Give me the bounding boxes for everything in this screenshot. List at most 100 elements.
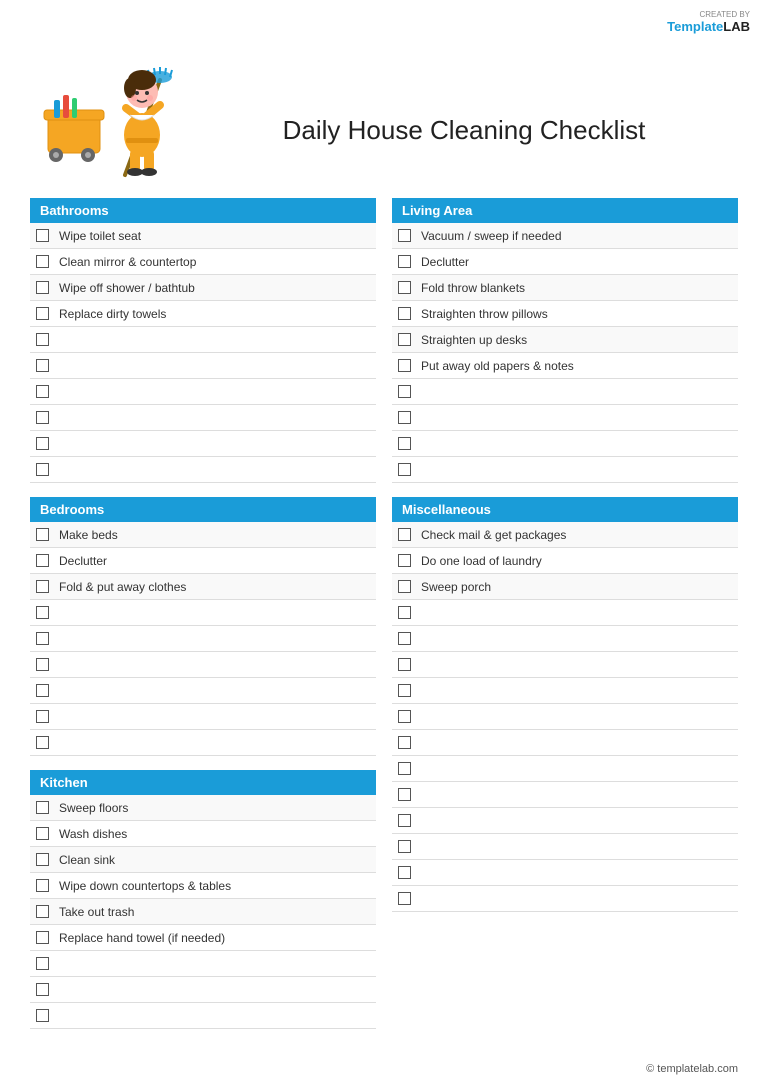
list-item[interactable]: Check mail & get packages (392, 522, 738, 548)
empty-list-item[interactable] (392, 379, 738, 405)
checkbox-icon[interactable] (398, 281, 411, 294)
list-item[interactable]: Fold throw blankets (392, 275, 738, 301)
checkbox-icon[interactable] (36, 710, 49, 723)
empty-list-item[interactable] (30, 977, 376, 1003)
checkbox-icon[interactable] (36, 463, 49, 476)
empty-list-item[interactable] (30, 1003, 376, 1029)
checkbox-icon[interactable] (36, 580, 49, 593)
list-item[interactable]: Replace dirty towels (30, 301, 376, 327)
empty-list-item[interactable] (30, 405, 376, 431)
empty-list-item[interactable] (392, 704, 738, 730)
checkbox-icon[interactable] (398, 814, 411, 827)
checkbox-icon[interactable] (398, 892, 411, 905)
checkbox-icon[interactable] (398, 866, 411, 879)
checkbox-icon[interactable] (36, 554, 49, 567)
empty-list-item[interactable] (30, 379, 376, 405)
checkbox-icon[interactable] (36, 333, 49, 346)
checkbox-icon[interactable] (398, 658, 411, 671)
checkbox-icon[interactable] (36, 307, 49, 320)
checkbox-icon[interactable] (398, 528, 411, 541)
empty-list-item[interactable] (392, 730, 738, 756)
list-item[interactable]: Do one load of laundry (392, 548, 738, 574)
list-item[interactable]: Sweep porch (392, 574, 738, 600)
checkbox-icon[interactable] (398, 229, 411, 242)
empty-list-item[interactable] (30, 730, 376, 756)
empty-list-item[interactable] (30, 600, 376, 626)
checkbox-icon[interactable] (36, 229, 49, 242)
checkbox-icon[interactable] (398, 632, 411, 645)
empty-list-item[interactable] (30, 652, 376, 678)
checkbox-icon[interactable] (36, 905, 49, 918)
checkbox-icon[interactable] (36, 879, 49, 892)
list-item[interactable]: Clean mirror & countertop (30, 249, 376, 275)
checkbox-icon[interactable] (398, 840, 411, 853)
list-item[interactable]: Wash dishes (30, 821, 376, 847)
checkbox-icon[interactable] (36, 632, 49, 645)
empty-list-item[interactable] (30, 951, 376, 977)
empty-list-item[interactable] (392, 886, 738, 912)
list-item[interactable]: Wipe down countertops & tables (30, 873, 376, 899)
empty-list-item[interactable] (392, 782, 738, 808)
checkbox-icon[interactable] (36, 658, 49, 671)
checkbox-icon[interactable] (36, 1009, 49, 1022)
checkbox-icon[interactable] (398, 736, 411, 749)
checkbox-icon[interactable] (398, 684, 411, 697)
checkbox-icon[interactable] (398, 255, 411, 268)
list-item[interactable]: Replace hand towel (if needed) (30, 925, 376, 951)
list-item[interactable]: Take out trash (30, 899, 376, 925)
checkbox-icon[interactable] (398, 437, 411, 450)
empty-list-item[interactable] (392, 860, 738, 886)
list-item[interactable]: Straighten throw pillows (392, 301, 738, 327)
empty-list-item[interactable] (30, 678, 376, 704)
checkbox-icon[interactable] (36, 255, 49, 268)
empty-list-item[interactable] (392, 431, 738, 457)
checkbox-icon[interactable] (36, 684, 49, 697)
checkbox-icon[interactable] (36, 736, 49, 749)
checkbox-icon[interactable] (36, 931, 49, 944)
empty-list-item[interactable] (392, 405, 738, 431)
list-item[interactable]: Declutter (30, 548, 376, 574)
checkbox-icon[interactable] (36, 827, 49, 840)
checkbox-icon[interactable] (36, 359, 49, 372)
empty-list-item[interactable] (30, 457, 376, 483)
list-item[interactable]: Sweep floors (30, 795, 376, 821)
list-item[interactable]: Wipe off shower / bathtub (30, 275, 376, 301)
checkbox-icon[interactable] (36, 801, 49, 814)
empty-list-item[interactable] (392, 808, 738, 834)
checkbox-icon[interactable] (398, 788, 411, 801)
empty-list-item[interactable] (392, 600, 738, 626)
checkbox-icon[interactable] (36, 281, 49, 294)
checkbox-icon[interactable] (398, 359, 411, 372)
checkbox-icon[interactable] (398, 762, 411, 775)
empty-list-item[interactable] (392, 834, 738, 860)
checkbox-icon[interactable] (36, 606, 49, 619)
checkbox-icon[interactable] (36, 957, 49, 970)
empty-list-item[interactable] (30, 704, 376, 730)
checkbox-icon[interactable] (36, 528, 49, 541)
checkbox-icon[interactable] (398, 463, 411, 476)
checkbox-icon[interactable] (398, 307, 411, 320)
empty-list-item[interactable] (30, 431, 376, 457)
checkbox-icon[interactable] (36, 411, 49, 424)
checkbox-icon[interactable] (36, 853, 49, 866)
checkbox-icon[interactable] (398, 554, 411, 567)
checkbox-icon[interactable] (36, 983, 49, 996)
empty-list-item[interactable] (392, 678, 738, 704)
checkbox-icon[interactable] (36, 385, 49, 398)
checkbox-icon[interactable] (398, 385, 411, 398)
list-item[interactable]: Put away old papers & notes (392, 353, 738, 379)
empty-list-item[interactable] (392, 457, 738, 483)
checkbox-icon[interactable] (398, 411, 411, 424)
empty-list-item[interactable] (392, 626, 738, 652)
checkbox-icon[interactable] (398, 606, 411, 619)
list-item[interactable]: Make beds (30, 522, 376, 548)
checkbox-icon[interactable] (398, 710, 411, 723)
empty-list-item[interactable] (30, 626, 376, 652)
empty-list-item[interactable] (392, 756, 738, 782)
list-item[interactable]: Vacuum / sweep if needed (392, 223, 738, 249)
checkbox-icon[interactable] (398, 333, 411, 346)
empty-list-item[interactable] (30, 327, 376, 353)
list-item[interactable]: Fold & put away clothes (30, 574, 376, 600)
checkbox-icon[interactable] (398, 580, 411, 593)
list-item[interactable]: Straighten up desks (392, 327, 738, 353)
